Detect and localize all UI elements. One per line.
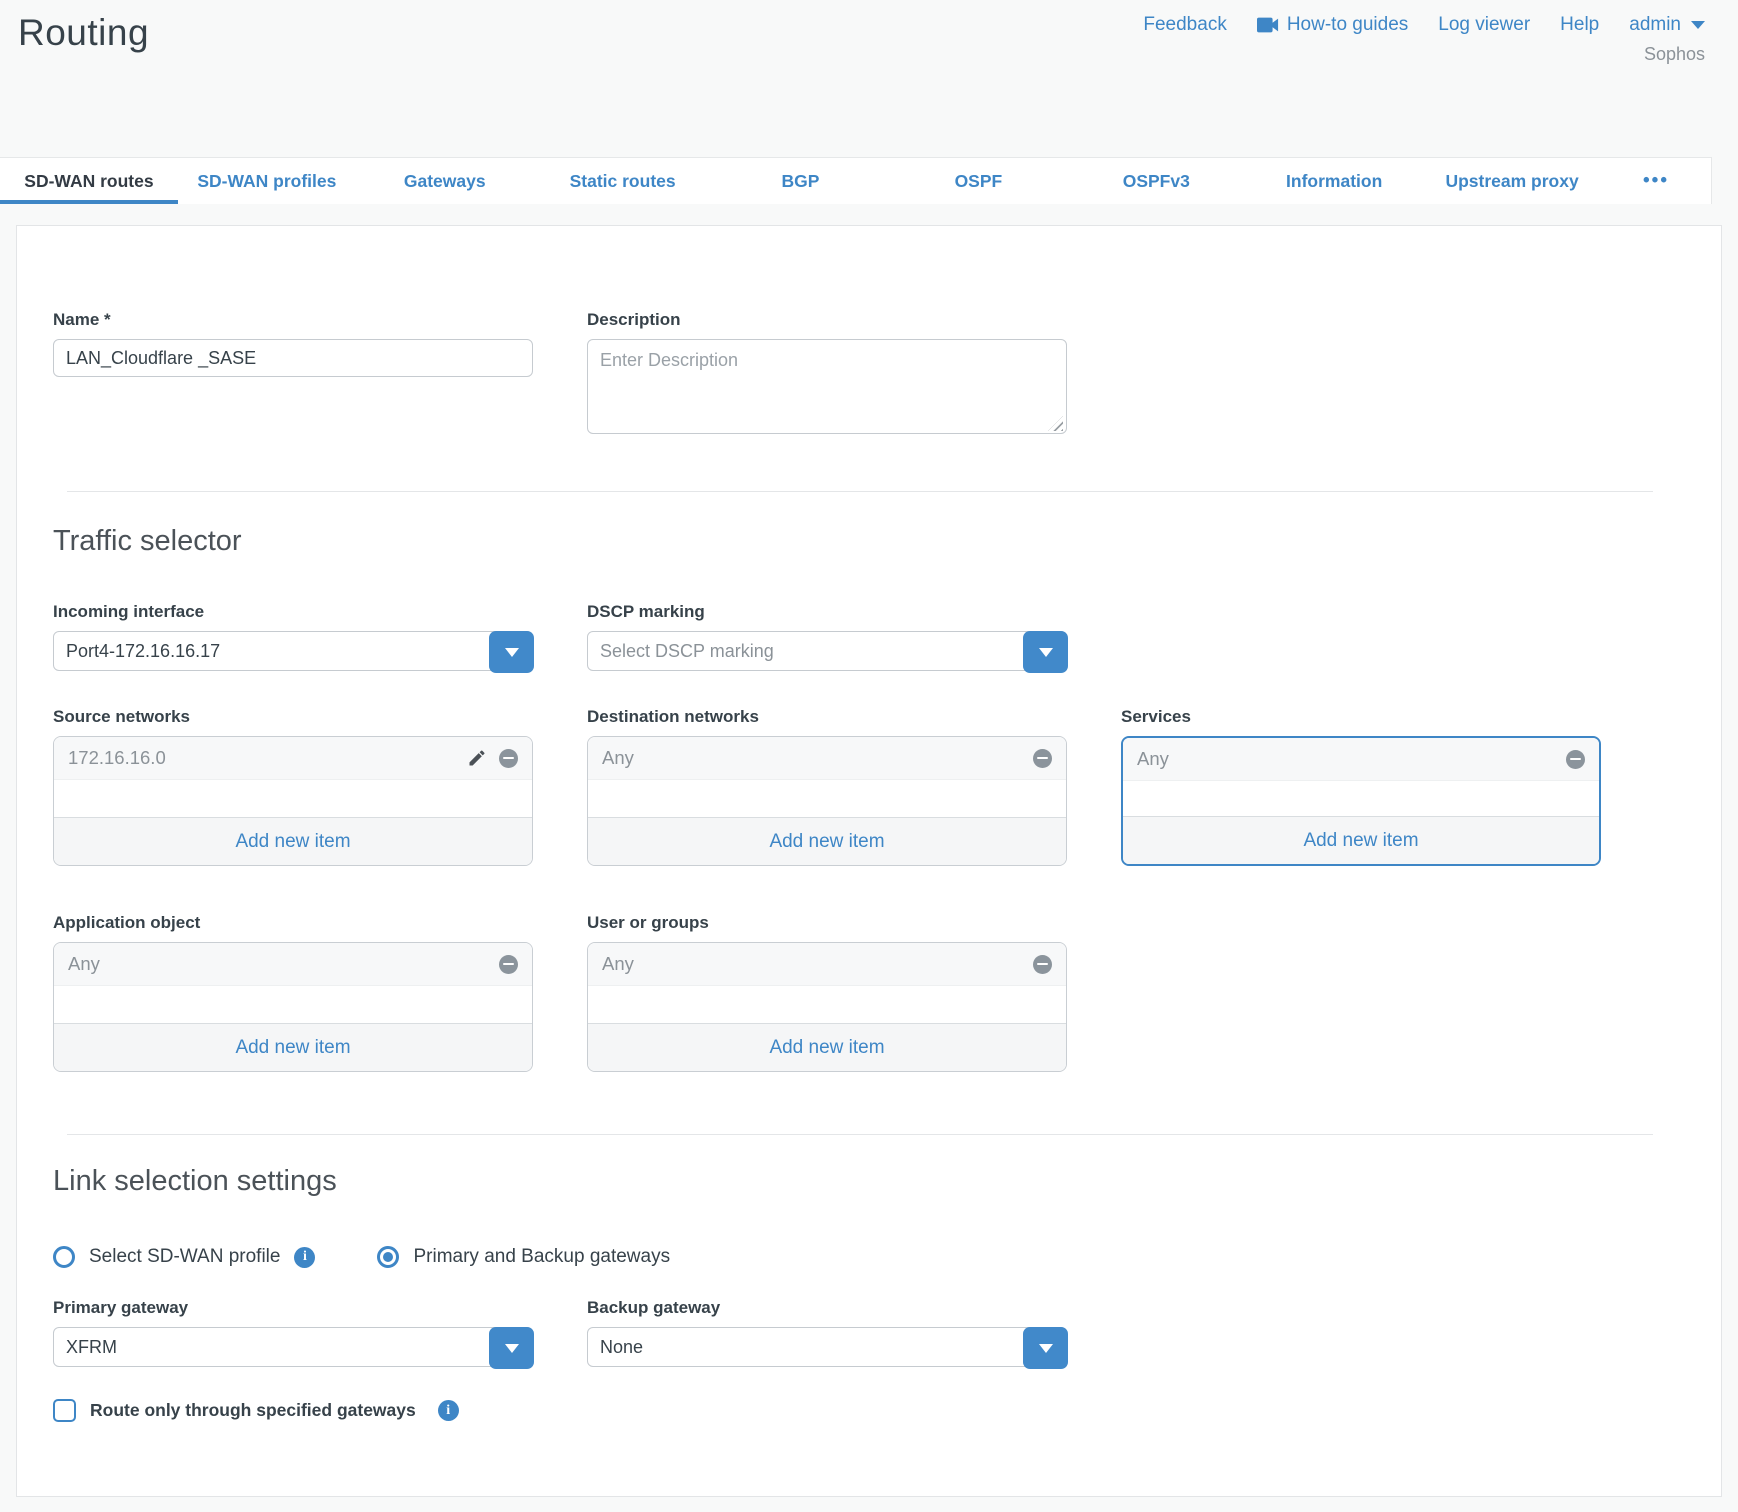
- dropdown-arrow-icon[interactable]: [489, 1327, 534, 1369]
- destination-networks-label: Destination networks: [587, 707, 1067, 727]
- add-new-item-button[interactable]: Add new item: [1123, 816, 1599, 864]
- radio-primary-backup-gateways[interactable]: Primary and Backup gateways: [377, 1246, 670, 1268]
- add-new-item-button[interactable]: Add new item: [588, 817, 1066, 865]
- remove-item-icon[interactable]: [1566, 750, 1585, 769]
- list-item: Any: [1123, 738, 1599, 781]
- list-item: Any: [588, 737, 1066, 780]
- add-new-item-button[interactable]: Add new item: [588, 1023, 1066, 1071]
- tab-static-routes[interactable]: Static routes: [534, 158, 712, 204]
- tab-ospfv3[interactable]: OSPFv3: [1067, 158, 1245, 204]
- incoming-interface-select[interactable]: Port4-172.16.16.17: [53, 631, 533, 671]
- description-label: Description: [587, 310, 1067, 330]
- brand-label: Sophos: [1644, 44, 1705, 65]
- howto-guides-link[interactable]: How-to guides: [1257, 14, 1408, 36]
- backup-gateway-select[interactable]: None: [587, 1327, 1067, 1367]
- log-viewer-link[interactable]: Log viewer: [1438, 14, 1530, 36]
- application-object-box: Any Add new item: [53, 942, 533, 1072]
- source-networks-box: 172.16.16.0 Add new item: [53, 736, 533, 866]
- dropdown-arrow-icon[interactable]: [489, 631, 534, 673]
- source-networks-label: Source networks: [53, 707, 533, 727]
- add-new-item-button[interactable]: Add new item: [54, 817, 532, 865]
- tab-gateways[interactable]: Gateways: [356, 158, 534, 204]
- name-label: Name *: [53, 310, 533, 330]
- edit-pencil-icon[interactable]: [467, 748, 487, 768]
- admin-menu[interactable]: admin: [1629, 14, 1705, 36]
- tab-sdwan-routes[interactable]: SD-WAN routes: [0, 158, 178, 204]
- page-title: Routing: [18, 12, 149, 54]
- radio-select-sdwan-profile[interactable]: Select SD-WAN profile i: [53, 1246, 315, 1268]
- services-box: Any Add new item: [1121, 736, 1601, 866]
- chevron-down-icon: [1691, 21, 1705, 29]
- user-or-groups-box: Any Add new item: [587, 942, 1067, 1072]
- feedback-link[interactable]: Feedback: [1143, 14, 1226, 36]
- remove-item-icon[interactable]: [1033, 749, 1052, 768]
- tab-upstream-proxy[interactable]: Upstream proxy: [1423, 158, 1601, 204]
- application-object-label: Application object: [53, 913, 533, 933]
- radio-icon[interactable]: [53, 1246, 75, 1268]
- divider: [67, 491, 1653, 492]
- remove-item-icon[interactable]: [1033, 955, 1052, 974]
- incoming-interface-label: Incoming interface: [53, 602, 533, 622]
- add-new-item-button[interactable]: Add new item: [54, 1023, 532, 1071]
- list-item: 172.16.16.0: [54, 737, 532, 780]
- sdwan-route-form: Name * Description Traffic selector Inco…: [16, 225, 1722, 1497]
- primary-gateway-label: Primary gateway: [53, 1298, 533, 1318]
- remove-item-icon[interactable]: [499, 749, 518, 768]
- name-input[interactable]: [53, 339, 533, 377]
- description-input[interactable]: [587, 339, 1067, 434]
- list-item: Any: [54, 943, 532, 986]
- dropdown-arrow-icon[interactable]: [1023, 1327, 1068, 1369]
- info-icon[interactable]: i: [294, 1247, 315, 1268]
- primary-gateway-select[interactable]: XFRM: [53, 1327, 533, 1367]
- radio-selected-icon[interactable]: [377, 1246, 399, 1268]
- services-label: Services: [1121, 707, 1601, 727]
- info-icon[interactable]: i: [438, 1400, 459, 1421]
- remove-item-icon[interactable]: [499, 955, 518, 974]
- divider: [67, 1134, 1653, 1135]
- traffic-selector-heading: Traffic selector: [53, 525, 1653, 558]
- list-item: Any: [588, 943, 1066, 986]
- dropdown-arrow-icon[interactable]: [1023, 631, 1068, 673]
- tab-bgp[interactable]: BGP: [712, 158, 890, 204]
- route-only-checkbox[interactable]: [53, 1399, 76, 1422]
- tab-bar: SD-WAN routes SD-WAN profiles Gateways S…: [0, 157, 1712, 204]
- tab-information[interactable]: Information: [1245, 158, 1423, 204]
- user-or-groups-label: User or groups: [587, 913, 1067, 933]
- destination-networks-box: Any Add new item: [587, 736, 1067, 866]
- help-link[interactable]: Help: [1560, 14, 1599, 36]
- tab-more[interactable]: •••: [1601, 158, 1711, 204]
- backup-gateway-label: Backup gateway: [587, 1298, 1067, 1318]
- route-only-label: Route only through specified gateways: [90, 1400, 416, 1421]
- dscp-marking-label: DSCP marking: [587, 602, 1067, 622]
- top-nav: Feedback How-to guides Log viewer Help a…: [1143, 14, 1705, 36]
- tab-ospf[interactable]: OSPF: [889, 158, 1067, 204]
- dscp-marking-select[interactable]: Select DSCP marking: [587, 631, 1067, 671]
- video-camera-icon: [1257, 17, 1279, 33]
- link-selection-heading: Link selection settings: [53, 1165, 1653, 1198]
- tab-sdwan-profiles[interactable]: SD-WAN profiles: [178, 158, 356, 204]
